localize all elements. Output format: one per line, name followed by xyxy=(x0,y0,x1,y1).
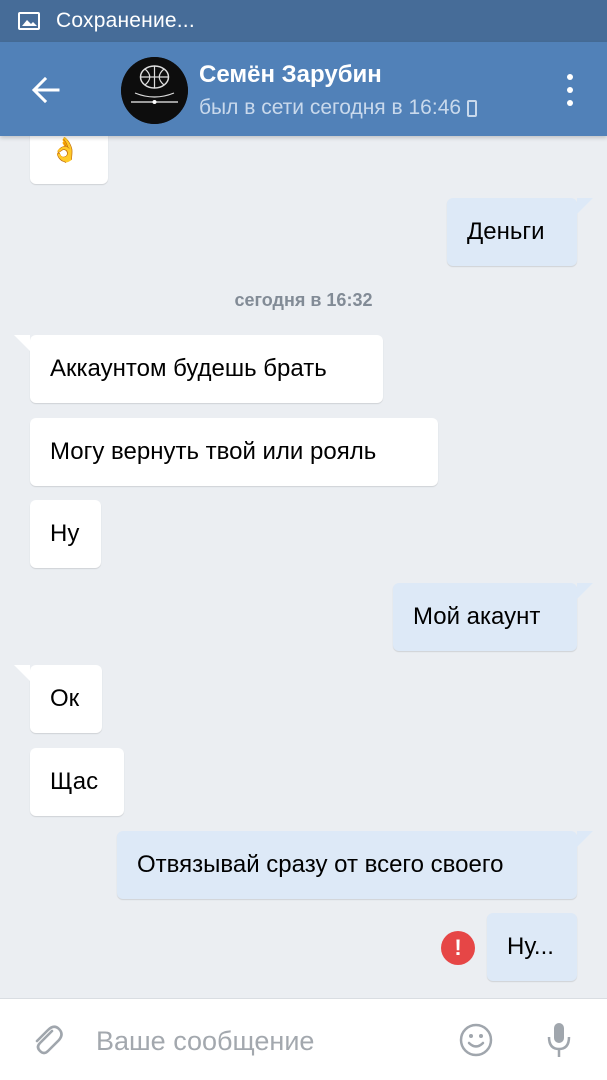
message-composer xyxy=(0,998,607,1080)
message-text: Ну... xyxy=(507,933,554,960)
microphone-icon[interactable] xyxy=(547,1021,571,1059)
back-arrow-icon[interactable] xyxy=(28,72,64,108)
emoji-icon[interactable] xyxy=(459,1023,493,1057)
message-incoming[interactable]: Ну xyxy=(30,500,101,568)
message-incoming[interactable]: Щас xyxy=(30,748,124,816)
date-separator: сегодня в 16:32 xyxy=(234,290,373,310)
message-text: Деньги xyxy=(467,218,545,245)
status-bar-text: Сохранение... xyxy=(56,9,195,32)
avatar-globe-icon xyxy=(121,57,188,124)
message-text: Щас xyxy=(50,768,99,795)
phone-icon xyxy=(467,99,478,117)
message-input[interactable] xyxy=(96,1021,436,1061)
message-text: Мой акаунт xyxy=(413,603,541,630)
message-outgoing[interactable]: Деньги xyxy=(447,198,593,266)
avatar[interactable] xyxy=(121,57,188,124)
message-outgoing[interactable]: Мой акаунт xyxy=(393,583,593,651)
message-outgoing[interactable]: Отвязывай сразу от всего своего xyxy=(117,831,593,899)
message-text: Отвязывай сразу от всего своего xyxy=(137,851,504,878)
status-bar: Сохранение... xyxy=(0,0,607,42)
contact-status: был в сети сегодня в 16:46 xyxy=(199,96,478,120)
message-text: Ок xyxy=(50,685,80,712)
message-text: Аккаунтом будешь брать xyxy=(50,355,327,382)
attach-icon[interactable] xyxy=(30,1023,64,1057)
message-text: Ну xyxy=(50,520,80,547)
message-incoming[interactable]: Могу вернуть твой или рояль xyxy=(30,418,438,486)
message-incoming[interactable]: Аккаунтом будешь брать xyxy=(14,335,383,403)
image-icon xyxy=(18,12,40,30)
message-text: Могу вернуть твой или рояль xyxy=(50,438,377,465)
chat-header: Семён Зарубин был в сети сегодня в 16:46 xyxy=(0,42,607,136)
error-icon[interactable]: ! xyxy=(441,931,475,965)
last-seen-text: был в сети сегодня в 16:46 xyxy=(199,96,462,119)
more-vertical-icon[interactable] xyxy=(560,70,580,110)
contact-name[interactable]: Семён Зарубин xyxy=(199,61,382,89)
message-incoming[interactable]: 👌 xyxy=(30,136,108,184)
message-outgoing-failed[interactable]: Ну... xyxy=(487,913,577,981)
message-incoming[interactable]: Ок xyxy=(14,665,102,733)
message-list[interactable]: 👌 Деньги сегодня в 16:32 Аккаунтом будеш… xyxy=(0,136,607,998)
message-text: 👌 xyxy=(50,136,80,164)
